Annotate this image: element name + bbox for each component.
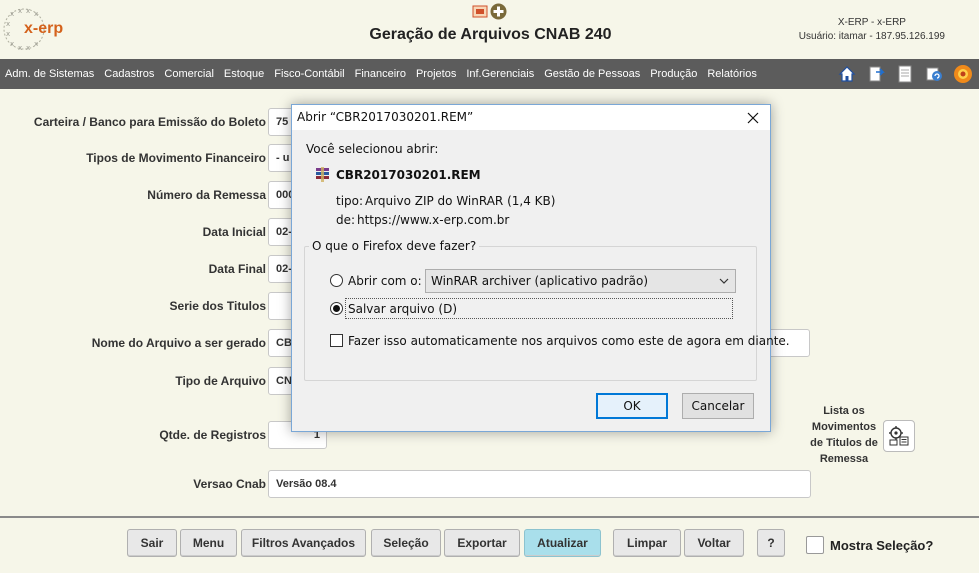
menu-item[interactable]: Gestão de Pessoas bbox=[544, 68, 640, 80]
show-selection-label: Mostra Seleção? bbox=[830, 537, 934, 553]
menu-item[interactable]: Inf.Gerenciais bbox=[466, 68, 534, 80]
document-icon[interactable] bbox=[894, 63, 915, 84]
form-label: Tipos de Movimento Financeiro bbox=[86, 151, 266, 165]
file-type-label: tipo: bbox=[336, 194, 364, 208]
toolbar-button[interactable]: Atualizar bbox=[524, 529, 601, 557]
show-selection-checkbox[interactable] bbox=[806, 536, 824, 554]
file-source-value: https://www.x-erp.com.br bbox=[357, 213, 510, 227]
menu-items: Adm. de Sistemas Cadastros Comercial Estoqu… bbox=[5, 59, 767, 89]
menu-icon-group bbox=[836, 63, 973, 84]
menu-item[interactable]: Projetos bbox=[416, 68, 456, 80]
system-name: X-ERP - x-ERP bbox=[837, 17, 906, 28]
presentation-icon[interactable] bbox=[471, 3, 488, 20]
svg-text:x: x bbox=[34, 10, 38, 18]
toolbar-button[interactable]: Filtros Avançados bbox=[241, 529, 366, 557]
open-with-value: WinRAR archiver (aplicativo padrão) bbox=[431, 274, 649, 288]
auto-action-label[interactable]: Fazer isso automaticamente nos arquivos … bbox=[348, 334, 790, 348]
menu-item[interactable]: Produção bbox=[650, 68, 697, 80]
chevron-down-icon bbox=[719, 278, 729, 284]
auto-action-checkbox[interactable] bbox=[330, 334, 343, 347]
gear-list-icon bbox=[889, 426, 909, 446]
list-movements-label: Lista os Movimentos de Titulos de Remess… bbox=[810, 405, 878, 465]
file-source-label: de: bbox=[336, 213, 356, 227]
list-movements-button[interactable] bbox=[883, 420, 915, 452]
open-with-radio[interactable] bbox=[330, 274, 343, 287]
open-with-select[interactable]: WinRAR archiver (aplicativo padrão) bbox=[425, 269, 736, 293]
svg-text:x: x bbox=[18, 44, 22, 52]
main-menu-bar: Adm. de Sistemas Cadastros Comercial Estoqu… bbox=[0, 59, 979, 89]
user-name: Usuário: itamar - 187.95.126.199 bbox=[798, 31, 945, 42]
save-file-label[interactable]: Salvar arquivo (D) bbox=[348, 302, 457, 316]
form-label: Carteira / Banco para Emissão do Boleto bbox=[33, 115, 266, 129]
dialog-close-button[interactable] bbox=[742, 108, 764, 128]
dialog-intro: Você selecionou abrir: bbox=[306, 142, 439, 156]
open-with-label[interactable]: Abrir com o: bbox=[348, 274, 422, 288]
file-type-value: Arquivo ZIP do WinRAR (1,4 KB) bbox=[365, 194, 556, 208]
action-group-legend: O que o Firefox deve fazer? bbox=[309, 239, 480, 253]
form-label: Qtde. de Registros bbox=[159, 428, 266, 442]
menu-item[interactable]: Relatórios bbox=[707, 68, 757, 80]
dialog-filename: CBR2017030201.REM bbox=[336, 168, 481, 182]
form-field[interactable]: Versão 08.4 bbox=[268, 470, 811, 498]
form-label: Nome do Arquivo a ser gerado bbox=[91, 336, 266, 350]
show-selection-toggle[interactable]: Mostra Seleção? bbox=[806, 536, 933, 554]
menu-item[interactable]: Comercial bbox=[164, 68, 214, 80]
winrar-file-icon bbox=[316, 167, 329, 182]
form-label: Número da Remessa bbox=[147, 188, 266, 202]
svg-text:x: x bbox=[10, 10, 14, 18]
toolbar-button[interactable]: Limpar bbox=[613, 529, 681, 557]
menu-item[interactable]: Adm. de Sistemas bbox=[5, 68, 94, 80]
close-icon bbox=[747, 112, 759, 124]
toolbar-button[interactable]: Exportar bbox=[444, 529, 520, 557]
toolbar-button[interactable]: Seleção bbox=[371, 529, 441, 557]
toolbar-button[interactable]: Voltar bbox=[684, 529, 744, 557]
svg-text:x: x bbox=[26, 44, 30, 52]
support-icon[interactable] bbox=[952, 63, 973, 84]
ok-button[interactable]: OK bbox=[596, 393, 668, 419]
toolbar-button[interactable]: Menu bbox=[180, 529, 237, 557]
form-label: Data Inicial bbox=[202, 225, 266, 239]
form-label: Versao Cnab bbox=[193, 477, 266, 491]
toolbar-divider bbox=[0, 516, 979, 518]
form-label: Tipo de Arquivo bbox=[175, 374, 266, 388]
add-icon[interactable] bbox=[490, 3, 507, 20]
svg-text:x: x bbox=[26, 7, 30, 15]
form-label: Data Final bbox=[208, 262, 266, 276]
menu-item[interactable]: Financeiro bbox=[355, 68, 406, 80]
toolbar-button[interactable]: Sair bbox=[127, 529, 177, 557]
top-icon-group bbox=[471, 3, 507, 20]
toolbar-button[interactable]: ? bbox=[757, 529, 785, 557]
dialog-titlebar: Abrir “CBR2017030201.REM” bbox=[292, 105, 770, 130]
user-info: X-ERP - x-ERP Usuário: itamar - 187.95.1… bbox=[799, 16, 945, 44]
menu-item[interactable]: Estoque bbox=[224, 68, 264, 80]
app-header: xxxx xxxx xx x-erp Geração de Arquivos C… bbox=[0, 0, 979, 59]
open-file-dialog: Abrir “CBR2017030201.REM” Você seleciono… bbox=[291, 104, 790, 432]
dialog-title: Abrir “CBR2017030201.REM” bbox=[297, 110, 474, 124]
refresh-icon[interactable] bbox=[923, 63, 944, 84]
menu-item[interactable]: Fisco-Contábil bbox=[274, 68, 344, 80]
home-icon[interactable] bbox=[836, 63, 857, 84]
svg-text:x: x bbox=[18, 7, 22, 15]
save-file-radio[interactable] bbox=[330, 302, 343, 315]
menu-item[interactable]: Cadastros bbox=[104, 68, 154, 80]
export-icon[interactable] bbox=[865, 63, 886, 84]
cancel-button[interactable]: Cancelar bbox=[682, 393, 754, 419]
form-label: Serie dos Titulos bbox=[169, 299, 266, 313]
